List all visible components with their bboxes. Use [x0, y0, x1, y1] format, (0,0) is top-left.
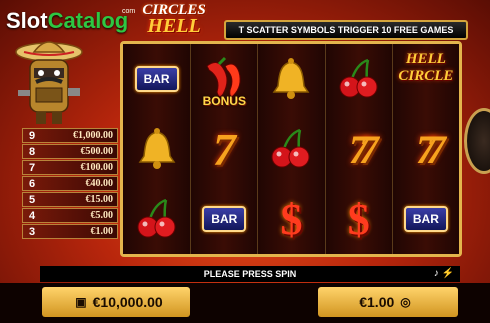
logo-bottom: HELL — [147, 15, 201, 37]
paytable-count: 6 — [28, 177, 36, 190]
paytable-value: €500.00 — [80, 146, 114, 157]
reel-1: BAR — [123, 44, 191, 254]
reel-cell: BAR — [191, 184, 257, 254]
reel-cell — [258, 44, 324, 114]
balance-value: €10,000.00 — [92, 294, 163, 310]
paytable-count: 3 — [28, 225, 36, 238]
paytable-row: 5 €15.00 — [22, 192, 118, 207]
paytable-count: 5 — [28, 193, 36, 206]
paytable-value: €5.00 — [90, 210, 114, 221]
reel-cell: $ — [326, 184, 392, 254]
paytable: 9 €1,000.00 8 €500.00 7 €100.00 6 €40.00 5 €1… — [22, 128, 118, 240]
reel-cell — [123, 114, 190, 184]
cherry-icon — [137, 198, 176, 238]
coins-icon: ◎ — [400, 295, 411, 309]
bell-icon — [138, 128, 175, 169]
hell-circle-line2: CIRCLE — [398, 68, 454, 84]
reel-3: $ — [257, 44, 325, 254]
paytable-value: €1,000.00 — [73, 130, 113, 141]
paytable-row: 8 €500.00 — [22, 144, 118, 159]
reel-cell: BAR — [123, 44, 190, 114]
reel-cell — [123, 184, 190, 254]
mascot-character — [15, 41, 83, 124]
paytable-count: 4 — [28, 209, 36, 222]
reel-2: BONUS 7 BAR — [190, 44, 258, 254]
logo-small: com — [122, 8, 136, 15]
reel-cell — [326, 44, 392, 114]
sound-icon[interactable]: ♪ — [434, 268, 439, 279]
dollar-symbol: $ — [347, 194, 370, 244]
brand-watermark: SlotCatalog — [6, 8, 128, 34]
paytable-count: 7 — [28, 161, 36, 174]
paytable-count: 8 — [28, 145, 36, 158]
reel-cell: 77 — [393, 114, 459, 184]
reel-cell: $ — [258, 184, 324, 254]
double-seven-symbol: 77 — [348, 126, 379, 172]
hell-circle-line1: HELL — [405, 51, 446, 67]
bar-symbol: BAR — [202, 206, 247, 232]
reel-cell: 7 — [191, 114, 257, 184]
paytable-count: 9 — [28, 129, 36, 142]
paytable-value: €1.00 — [90, 226, 114, 237]
dollar-symbol: $ — [280, 194, 303, 244]
paytable-value: €15.00 — [85, 194, 114, 205]
balance-display: ▣ €10,000.00 — [42, 287, 190, 317]
hell-circle-symbol: HELL CIRCLE — [396, 51, 456, 107]
reel-5: HELL CIRCLE 77 BAR — [391, 44, 459, 254]
seven-symbol: 7 — [212, 123, 236, 175]
cherry-icon — [271, 128, 310, 168]
paytable-row: 6 €40.00 — [22, 176, 118, 191]
bar-symbol: BAR — [403, 206, 448, 232]
message-bar: PLEASE PRESS SPIN ♪ ⚡ — [40, 266, 460, 282]
info-banner: T SCATTER SYMBOLS TRIGGER 10 FREE GAMES — [224, 20, 468, 40]
lightning-icon[interactable]: ⚡ — [442, 268, 454, 279]
wallet-icon: ▣ — [75, 295, 87, 309]
cherry-icon — [339, 58, 378, 98]
reel-cell: 77 — [326, 114, 392, 184]
reel-4: 77 $ — [324, 44, 392, 254]
game-logo: com CIRCLES HELL — [122, 2, 222, 38]
reel-cell: BAR — [393, 184, 459, 254]
bet-value: €1.00 — [359, 294, 395, 310]
paytable-value: €100.00 — [80, 162, 114, 173]
paytable-row: 7 €100.00 — [22, 160, 118, 175]
bonus-label: BONUS — [202, 94, 246, 108]
bell-icon — [273, 58, 310, 99]
status-message: PLEASE PRESS SPIN — [203, 269, 297, 279]
bet-selector[interactable]: €1.00 ◎ — [318, 287, 458, 317]
paytable-value: €40.00 — [85, 178, 114, 189]
spin-button[interactable] — [464, 108, 490, 174]
brand-catalog: Catalog — [47, 8, 129, 33]
brand-slot: Slot — [6, 8, 48, 33]
paytable-row: 4 €5.00 — [22, 208, 118, 223]
reel-cell — [258, 114, 324, 184]
paytable-row: 9 €1,000.00 — [22, 128, 118, 143]
double-seven-symbol: 77 — [415, 126, 446, 172]
paytable-row: 3 €1.00 — [22, 224, 118, 239]
bar-symbol: BAR — [134, 66, 179, 92]
reel-grid: BAR BONUS 7 BAR $ 77 $ HELL CIRCLE 77 BA… — [120, 41, 462, 257]
reel-cell: BONUS — [191, 44, 257, 114]
reel-cell: HELL CIRCLE — [393, 44, 459, 114]
message-icons: ♪ ⚡ — [434, 268, 454, 279]
